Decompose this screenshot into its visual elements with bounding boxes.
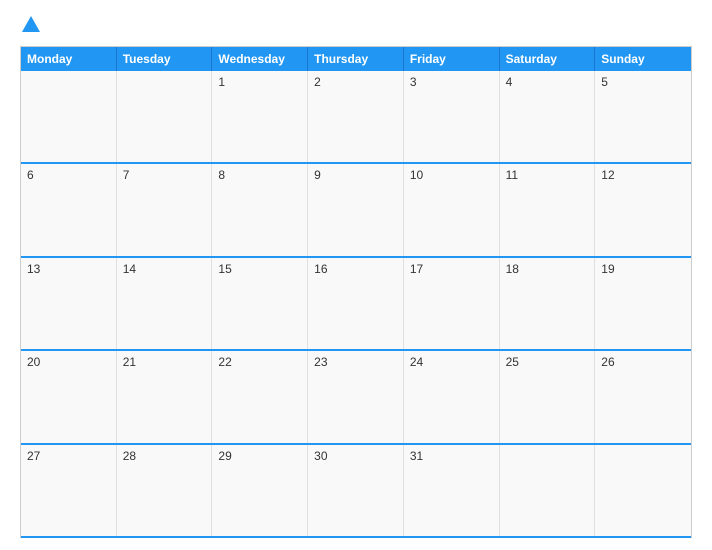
calendar-grid: MondayTuesdayWednesdayThursdayFridaySatu… bbox=[20, 46, 692, 538]
calendar-day-24: 24 bbox=[404, 351, 500, 442]
calendar-page: MondayTuesdayWednesdayThursdayFridaySatu… bbox=[0, 0, 712, 550]
day-number: 26 bbox=[601, 355, 614, 369]
day-number: 1 bbox=[218, 75, 225, 89]
weekday-header-monday: Monday bbox=[21, 47, 117, 71]
calendar-day-25: 25 bbox=[500, 351, 596, 442]
weekday-header-friday: Friday bbox=[404, 47, 500, 71]
day-number: 22 bbox=[218, 355, 231, 369]
calendar-day-13: 13 bbox=[21, 258, 117, 349]
calendar-day-27: 27 bbox=[21, 445, 117, 536]
day-number: 19 bbox=[601, 262, 614, 276]
day-number: 21 bbox=[123, 355, 136, 369]
calendar-day-26: 26 bbox=[595, 351, 691, 442]
calendar-day-30: 30 bbox=[308, 445, 404, 536]
logo bbox=[20, 18, 40, 32]
calendar-day-20: 20 bbox=[21, 351, 117, 442]
calendar-day-22: 22 bbox=[212, 351, 308, 442]
calendar-day-empty bbox=[595, 445, 691, 536]
calendar-day-14: 14 bbox=[117, 258, 213, 349]
calendar-day-6: 6 bbox=[21, 164, 117, 255]
day-number: 13 bbox=[27, 262, 40, 276]
calendar-day-11: 11 bbox=[500, 164, 596, 255]
day-number: 27 bbox=[27, 449, 40, 463]
calendar-day-1: 1 bbox=[212, 71, 308, 162]
calendar-day-empty bbox=[500, 445, 596, 536]
calendar-day-19: 19 bbox=[595, 258, 691, 349]
calendar-day-empty bbox=[117, 71, 213, 162]
calendar-day-empty bbox=[21, 71, 117, 162]
weekday-header-wednesday: Wednesday bbox=[212, 47, 308, 71]
calendar-week-5: 27 28 29 30 31 bbox=[21, 445, 691, 538]
calendar-day-9: 9 bbox=[308, 164, 404, 255]
weekday-header-sunday: Sunday bbox=[595, 47, 691, 71]
day-number: 17 bbox=[410, 262, 423, 276]
calendar-day-18: 18 bbox=[500, 258, 596, 349]
calendar-day-5: 5 bbox=[595, 71, 691, 162]
day-number: 25 bbox=[506, 355, 519, 369]
calendar-day-15: 15 bbox=[212, 258, 308, 349]
calendar-day-16: 16 bbox=[308, 258, 404, 349]
day-number: 8 bbox=[218, 168, 225, 182]
calendar-week-2: 6 7 8 9 10 11 12 bbox=[21, 164, 691, 257]
day-number: 12 bbox=[601, 168, 614, 182]
day-number: 15 bbox=[218, 262, 231, 276]
day-number: 24 bbox=[410, 355, 423, 369]
calendar-week-1: 1 2 3 4 5 bbox=[21, 71, 691, 164]
weekday-header-tuesday: Tuesday bbox=[117, 47, 213, 71]
weekday-header-row: MondayTuesdayWednesdayThursdayFridaySatu… bbox=[21, 47, 691, 71]
day-number: 2 bbox=[314, 75, 321, 89]
calendar-day-29: 29 bbox=[212, 445, 308, 536]
calendar-day-2: 2 bbox=[308, 71, 404, 162]
day-number: 3 bbox=[410, 75, 417, 89]
calendar-week-3: 13 14 15 16 17 18 19 bbox=[21, 258, 691, 351]
calendar-day-7: 7 bbox=[117, 164, 213, 255]
calendar-day-10: 10 bbox=[404, 164, 500, 255]
day-number: 18 bbox=[506, 262, 519, 276]
day-number: 10 bbox=[410, 168, 423, 182]
day-number: 14 bbox=[123, 262, 136, 276]
calendar-day-12: 12 bbox=[595, 164, 691, 255]
calendar-day-31: 31 bbox=[404, 445, 500, 536]
calendar-day-8: 8 bbox=[212, 164, 308, 255]
calendar-week-4: 20 21 22 23 24 25 26 bbox=[21, 351, 691, 444]
calendar-day-23: 23 bbox=[308, 351, 404, 442]
day-number: 7 bbox=[123, 168, 130, 182]
day-number: 30 bbox=[314, 449, 327, 463]
logo-triangle-icon bbox=[22, 16, 40, 32]
day-number: 4 bbox=[506, 75, 513, 89]
weekday-header-thursday: Thursday bbox=[308, 47, 404, 71]
day-number: 20 bbox=[27, 355, 40, 369]
day-number: 29 bbox=[218, 449, 231, 463]
day-number: 31 bbox=[410, 449, 423, 463]
calendar-day-4: 4 bbox=[500, 71, 596, 162]
day-number: 5 bbox=[601, 75, 608, 89]
day-number: 28 bbox=[123, 449, 136, 463]
calendar-day-21: 21 bbox=[117, 351, 213, 442]
header bbox=[20, 18, 692, 32]
day-number: 23 bbox=[314, 355, 327, 369]
calendar-day-17: 17 bbox=[404, 258, 500, 349]
day-number: 9 bbox=[314, 168, 321, 182]
day-number: 6 bbox=[27, 168, 34, 182]
weekday-header-saturday: Saturday bbox=[500, 47, 596, 71]
day-number: 16 bbox=[314, 262, 327, 276]
calendar-day-28: 28 bbox=[117, 445, 213, 536]
calendar-day-3: 3 bbox=[404, 71, 500, 162]
day-number: 11 bbox=[506, 168, 518, 182]
